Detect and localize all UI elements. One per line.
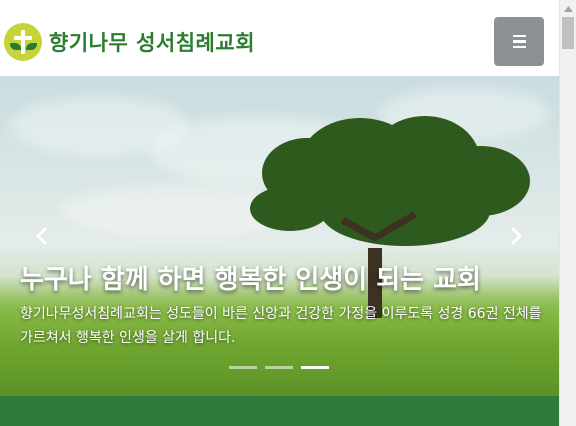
- scroll-up-arrow-icon: [564, 5, 573, 12]
- chevron-right-icon: [511, 227, 522, 245]
- site-header: 향기나무 성서침례교회: [0, 0, 559, 76]
- hamburger-icon: [512, 34, 526, 38]
- chevron-left-icon: [36, 227, 47, 245]
- carousel-indicators: [229, 366, 337, 369]
- hero-description: 향기나무성서침례교회는 성도들이 바른 신앙과 건강한 가정을 이루도록 성경 …: [20, 306, 542, 346]
- hero-title: 누구나 함께 하면 행복한 인생이 되는 교회: [20, 265, 481, 295]
- carousel-indicator-2[interactable]: [265, 366, 293, 369]
- carousel-indicator-3[interactable]: [301, 366, 329, 369]
- carousel-indicator-1[interactable]: [229, 366, 257, 369]
- section-band: [0, 396, 559, 426]
- carousel-prev-button[interactable]: [32, 226, 52, 246]
- site-logo[interactable]: 향기나무 성서침례교회: [4, 22, 255, 62]
- hero-carousel: 누구나 함께 하면 행복한 인생이 되는 교회 향기나무성서침례교회는 성도들이…: [0, 76, 559, 396]
- carousel-next-button[interactable]: [506, 226, 526, 246]
- page-viewport: 향기나무 성서침례교회 누구나 함께 하면 행복한 인생이 되는 교회 향기나무…: [0, 0, 559, 426]
- menu-toggle-button[interactable]: [494, 17, 544, 66]
- scrollbar-thumb[interactable]: [562, 17, 574, 49]
- scroll-up-button[interactable]: [560, 0, 576, 17]
- site-name: 향기나무 성서침례교회: [49, 31, 256, 55]
- vertical-scrollbar[interactable]: [559, 0, 576, 426]
- cross-leaf-logo-icon: [4, 23, 42, 61]
